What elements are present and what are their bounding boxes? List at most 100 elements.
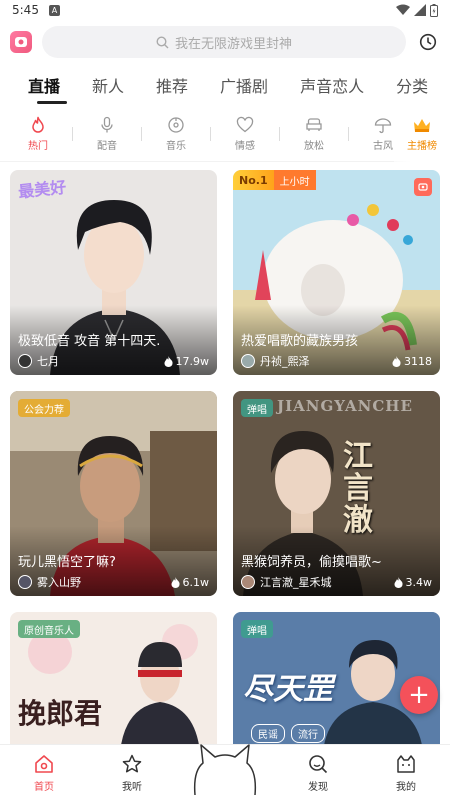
music-disc-icon [168, 116, 184, 133]
category-music[interactable]: 音乐 [142, 116, 210, 152]
card-tag: 原创音乐人 [18, 620, 80, 638]
category-relax[interactable]: 放松 [280, 116, 348, 152]
cover-chip: 流行 [291, 724, 325, 743]
search-placeholder: 我在无限游戏里封神 [174, 36, 292, 52]
host-avatar [241, 575, 255, 589]
live-room-card[interactable]: No.1 上小时 热爱唱歌的藏族男孩 丹祯_熙泽 3118 [233, 170, 440, 375]
tab-categories[interactable]: 分类 [380, 64, 444, 106]
flame-icon [171, 576, 180, 588]
tab-voice-lover[interactable]: 声音恋人 [284, 64, 380, 106]
tab-recommend[interactable]: 推荐 [140, 64, 204, 106]
clock-icon [419, 33, 437, 51]
host-name: 丹祯_熙泽 [260, 355, 310, 368]
app-logo-icon[interactable] [10, 31, 32, 53]
category-label: 情感 [235, 140, 255, 152]
battery-icon [430, 3, 438, 17]
category-label: 主播榜 [407, 141, 437, 152]
category-dubbing[interactable]: 配音 [73, 116, 141, 152]
category-label: 热门 [28, 140, 48, 152]
nav-me[interactable]: 我的 [371, 753, 441, 793]
tab-radio-drama[interactable]: 广播剧 [204, 64, 284, 106]
star-icon [122, 754, 142, 772]
history-button[interactable] [416, 30, 440, 54]
card-meta: 雾入山野 6.1w [18, 574, 209, 590]
card-meta: 七月 17.9w [18, 353, 209, 369]
flame-icon [394, 576, 403, 588]
card-meta: 丹祯_熙泽 3118 [241, 353, 432, 369]
card-title: 热爱唱歌的藏族男孩 [241, 334, 359, 349]
nav-label: 我的 [396, 781, 416, 793]
nav-label: 发现 [308, 781, 328, 793]
rank-hour-label: 上小时 [273, 170, 316, 190]
nav-mascot[interactable] [185, 743, 265, 800]
host-avatar [241, 354, 255, 368]
card-meta: 江言澈_星禾城 3.4w [241, 574, 432, 590]
heat-count: 17.9w [175, 354, 210, 368]
cover-overlay-text: 挽郎君 [18, 697, 103, 730]
card-tag: 弹唱 [241, 399, 273, 417]
microphone-icon [101, 116, 113, 132]
nav-label: 首页 [34, 781, 54, 793]
cover-chip-row: 民谣 流行 [251, 724, 325, 743]
cover-overlay-text: 江言澈 [343, 439, 373, 538]
host-avatar [18, 575, 32, 589]
discover-icon [309, 754, 328, 773]
nav-label: 我听 [122, 781, 142, 793]
host-name: 雾入山野 [37, 576, 81, 589]
tab-live[interactable]: 直播 [14, 64, 76, 106]
home-icon [35, 754, 53, 773]
top-bar: 我在无限游戏里封神 [0, 20, 450, 64]
category-label: 古风 [373, 140, 393, 152]
sofa-icon [306, 117, 322, 131]
heat-count: 3.4w [405, 575, 433, 589]
category-hot[interactable]: 热门 [4, 116, 72, 152]
heart-icon [236, 116, 254, 132]
nav-listening[interactable]: 我听 [97, 753, 167, 793]
cat-mascot-icon [193, 743, 257, 795]
flame-icon [32, 116, 44, 133]
host-name: 江言澈_星禾城 [260, 576, 332, 589]
live-room-card[interactable]: 最美好 极致低音 攻音 第十四天. 七月 17.9w [10, 170, 217, 375]
card-title: 极致低音 攻音 第十四天. [18, 334, 161, 349]
card-tag: 公会力荐 [18, 399, 70, 417]
live-room-card[interactable]: 公会力荐 玩儿黑悟空了嘛? 雾入山野 6.1w [10, 391, 217, 596]
category-row: 热门 配音 音乐 情感 放松 古风 主播榜 [0, 106, 450, 162]
nav-discover[interactable]: 发现 [283, 753, 353, 793]
flame-icon [392, 355, 401, 367]
heat-count: 6.1w [182, 575, 210, 589]
create-live-button[interactable]: + [400, 676, 438, 714]
status-bar: 5:45 A [0, 0, 450, 20]
search-icon [156, 35, 169, 48]
host-name: 七月 [37, 355, 59, 368]
category-label: 音乐 [166, 140, 186, 152]
category-label: 放松 [304, 140, 324, 152]
umbrella-icon [374, 117, 392, 133]
heat-count: 3118 [404, 354, 432, 368]
cover-overlay-text: 尽天罡 [243, 672, 333, 707]
nav-home[interactable]: 首页 [9, 753, 79, 793]
category-host-ranking[interactable]: 主播榜 [394, 106, 450, 162]
bottom-nav: 首页 我听 发现 我的 [0, 743, 450, 800]
tab-newcomer[interactable]: 新人 [76, 64, 140, 106]
rank-no1-label: No.1 [233, 170, 274, 190]
category-emotion[interactable]: 情感 [211, 116, 279, 152]
hourly-rank-badge: No.1 上小时 [233, 170, 316, 190]
notification-icon: A [48, 4, 60, 16]
live-indicator-icon [414, 178, 432, 196]
cover-overlay-subtitle: JIANGYANCHE [277, 397, 413, 415]
live-room-card[interactable]: 挽郎君 原创音乐人 [10, 612, 217, 752]
card-title: 黑猴饲养员，偷摸唱歌~ [241, 555, 382, 570]
live-room-card[interactable]: JIANGYANCHE 江言澈 弹唱 黑猴饲养员，偷摸唱歌~ 江言澈_星禾城 3… [233, 391, 440, 596]
main-tabs: 直播 新人 推荐 广播剧 声音恋人 分类 [0, 64, 450, 106]
card-tag: 弹唱 [241, 620, 273, 638]
host-avatar [18, 354, 32, 368]
flame-icon [164, 355, 173, 367]
cat-face-icon [397, 754, 415, 773]
category-label: 配音 [97, 140, 117, 152]
live-room-grid: 最美好 极致低音 攻音 第十四天. 七月 17.9w No.1 上小时 热爱唱歌… [0, 162, 450, 752]
status-time: 5:45 [12, 3, 39, 17]
card-title: 玩儿黑悟空了嘛? [18, 555, 116, 570]
search-input[interactable]: 我在无限游戏里封神 [42, 26, 406, 58]
cover-overlay-text: 最美好 [17, 177, 68, 202]
crown-icon [414, 119, 430, 132]
